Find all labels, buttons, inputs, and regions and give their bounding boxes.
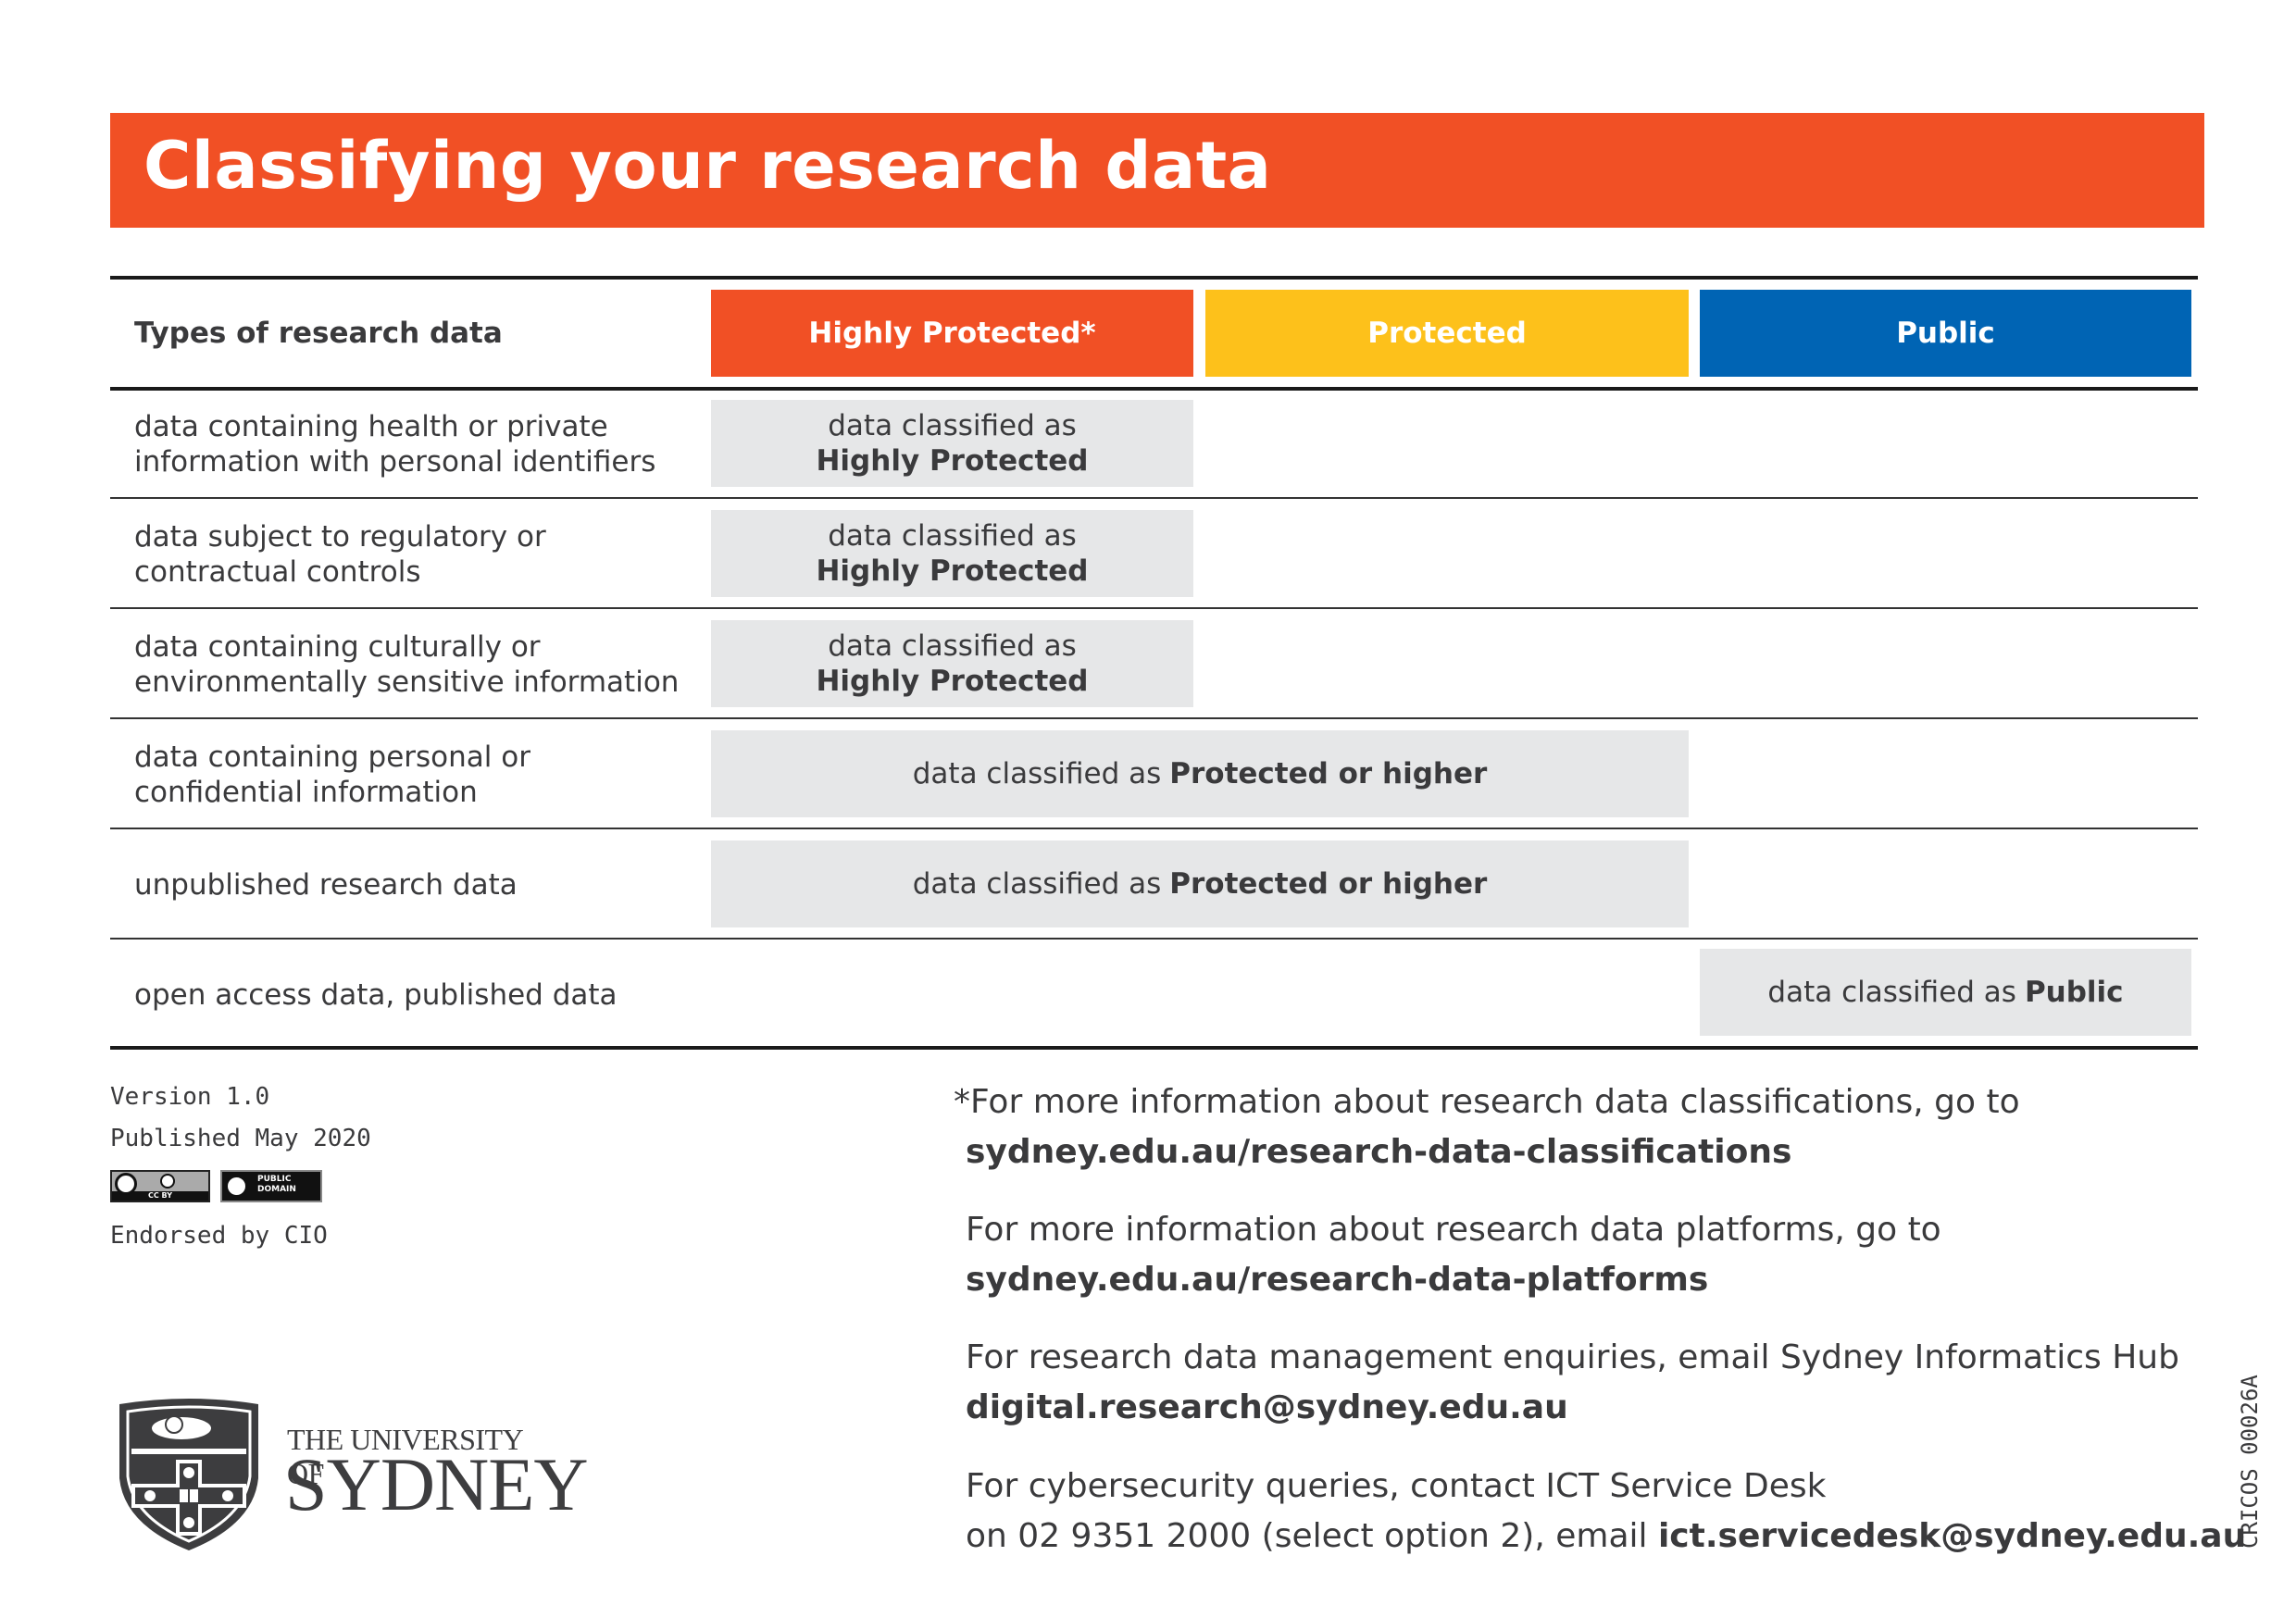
footer-link-wrap: digital.research@sydney.edu.au bbox=[966, 1383, 1568, 1433]
row-label: open access data, published data bbox=[134, 977, 618, 1012]
footer-note-platforms: For more information about research data… bbox=[966, 1211, 1941, 1249]
header-protected: Protected bbox=[1205, 290, 1689, 377]
footer-note-phone: on 02 9351 2000 (select option 2), email bbox=[966, 1517, 1648, 1555]
link-email-ict[interactable]: ict.servicedesk@sydney.edu.au bbox=[1658, 1517, 2246, 1555]
link-classifications[interactable]: sydney.edu.au/research-data-classificati… bbox=[966, 1133, 1791, 1171]
footer-link-wrap: sydney.edu.au/research-data-classificati… bbox=[966, 1127, 1791, 1177]
row-label: data containing personal or confidential… bbox=[134, 740, 530, 809]
cell-prefix: data classified as bbox=[912, 867, 1162, 901]
cell-value: Protected or higher bbox=[1169, 867, 1488, 901]
public-domain-label: PUBLIC DOMAIN bbox=[257, 1175, 296, 1194]
cc-by-badge: CC BY bbox=[110, 1170, 210, 1202]
link-platforms[interactable]: sydney.edu.au/research-data-platforms bbox=[966, 1261, 1708, 1299]
version-text: Version 1.0 bbox=[110, 1083, 270, 1111]
cell-prefix: data classified as bbox=[1767, 976, 2016, 1009]
row-label: data containing culturally or environmen… bbox=[134, 629, 680, 699]
page-title: Classifying your research data bbox=[144, 128, 1272, 204]
cell-prefix: data classified as bbox=[828, 409, 1077, 442]
cell-value: Highly Protected bbox=[816, 554, 1089, 588]
footer-note-classifications: *For more information about research dat… bbox=[954, 1083, 2020, 1121]
classification-cell: data classified as Protected or higher bbox=[711, 840, 1689, 927]
header-highly-protected: Highly Protected* bbox=[711, 290, 1193, 377]
published-text: Published May 2020 bbox=[110, 1125, 371, 1152]
public-domain-badge: PUBLIC DOMAIN bbox=[220, 1170, 322, 1202]
cell-prefix: data classified as bbox=[828, 519, 1077, 553]
classification-cell: data classified as Highly Protected bbox=[711, 400, 1193, 487]
classification-cell: data classified as Protected or higher bbox=[711, 730, 1689, 817]
university-logo: THE UNIVERSITY OF SYDNEY bbox=[115, 1395, 589, 1552]
cell-value: Protected or higher bbox=[1169, 757, 1488, 790]
table-top-rule bbox=[110, 276, 2198, 280]
cell-prefix: data classified as bbox=[912, 757, 1162, 790]
zero-icon bbox=[225, 1175, 248, 1198]
classification-cell: data classified as Public bbox=[1700, 949, 2191, 1036]
attribution-icon bbox=[160, 1174, 175, 1189]
cc-icon bbox=[115, 1173, 137, 1195]
row-label: unpublished research data bbox=[134, 867, 518, 902]
cell-prefix: data classified as bbox=[828, 629, 1077, 663]
classification-cell: data classified as Highly Protected bbox=[711, 620, 1193, 707]
cell-value: Highly Protected bbox=[816, 444, 1089, 478]
footer-link-wrap: sydney.edu.au/research-data-platforms bbox=[966, 1255, 1708, 1305]
header-public: Public bbox=[1700, 290, 2191, 377]
cell-value: Highly Protected bbox=[816, 665, 1089, 698]
endorsed-text: Endorsed by CIO bbox=[110, 1222, 328, 1250]
classification-cell: data classified as Highly Protected bbox=[711, 510, 1193, 597]
footer-note-enquiries: For research data management enquiries, … bbox=[966, 1338, 2179, 1376]
row-label: data subject to regulatory or contractua… bbox=[134, 519, 546, 589]
logo-line2: SYDNEY bbox=[285, 1442, 589, 1526]
footer-note-cybersecurity: For cybersecurity queries, contact ICT S… bbox=[966, 1467, 1827, 1505]
cricos-code: CRICOS 00026A bbox=[2237, 1375, 2263, 1549]
footer-line-wrap: on 02 9351 2000 (select option 2), email… bbox=[966, 1512, 2246, 1562]
row-label: data containing health or private inform… bbox=[134, 409, 656, 479]
crest-icon bbox=[119, 1399, 258, 1550]
link-email-sih[interactable]: digital.research@sydney.edu.au bbox=[966, 1388, 1568, 1426]
title-banner: Classifying your research data bbox=[110, 113, 2204, 228]
cell-value: Public bbox=[2024, 976, 2124, 1009]
header-types-label: Types of research data bbox=[134, 317, 503, 350]
